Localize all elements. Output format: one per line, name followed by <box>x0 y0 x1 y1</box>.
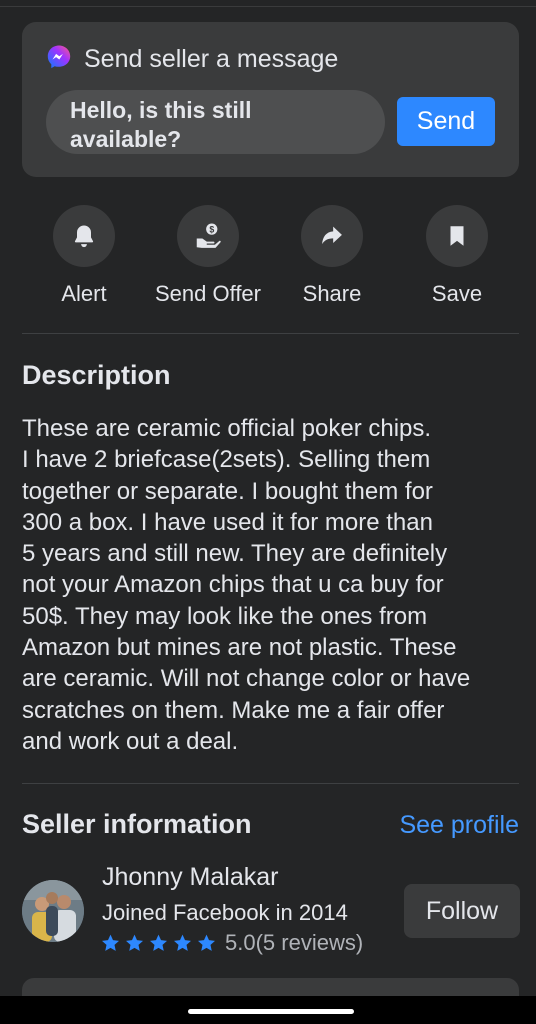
bookmark-icon[interactable] <box>426 205 488 267</box>
seller-info-heading: Seller information <box>22 809 252 839</box>
avatar[interactable] <box>22 880 84 942</box>
seller-joined-text: Joined Facebook in 2014 <box>102 900 348 925</box>
alert-label: Alert <box>61 281 107 306</box>
save-action[interactable]: Save <box>395 205 519 307</box>
alert-action[interactable]: Alert <box>22 205 146 307</box>
star-icon <box>126 934 143 951</box>
svg-text:$: $ <box>209 224 214 234</box>
message-header: Send seller a message <box>46 44 338 75</box>
top-divider <box>0 6 536 7</box>
follow-button[interactable]: Follow <box>404 884 520 938</box>
send-offer-label: Send Offer <box>155 281 261 306</box>
star-icon <box>198 934 215 951</box>
share-action[interactable]: Share <box>270 205 394 307</box>
send-button[interactable]: Send <box>397 97 495 146</box>
star-icon <box>102 934 119 951</box>
see-profile-link[interactable]: See profile <box>399 811 519 840</box>
messenger-icon <box>46 44 72 75</box>
star-icon <box>174 934 191 951</box>
description-text: These are ceramic official poker chips. … <box>22 415 471 755</box>
share-icon[interactable] <box>301 205 363 267</box>
star-icon <box>150 934 167 951</box>
seller-rating: 5.0 (5 reviews) <box>100 930 363 956</box>
offer-icon[interactable]: $ <box>177 205 239 267</box>
description-heading: Description <box>22 360 171 390</box>
review-count[interactable]: (5 reviews) <box>256 930 364 956</box>
section-divider <box>22 783 519 784</box>
send-offer-action[interactable]: $ Send Offer <box>146 205 270 307</box>
message-seller-card: Send seller a message Hello, is this sti… <box>22 22 519 177</box>
rating-value: 5.0 <box>225 930 256 955</box>
save-label: Save <box>431 281 483 306</box>
seller-name[interactable]: Jhonny Malakar <box>102 863 278 892</box>
action-row: Alert $ Send Offer Share Save <box>22 205 519 315</box>
message-input[interactable]: Hello, is this still available? <box>46 90 385 154</box>
bell-icon[interactable] <box>53 205 115 267</box>
rating-stars <box>100 933 217 953</box>
home-indicator[interactable] <box>188 1009 354 1014</box>
message-title: Send seller a message <box>84 45 339 73</box>
section-divider <box>22 333 519 334</box>
share-label: Share <box>302 281 362 306</box>
